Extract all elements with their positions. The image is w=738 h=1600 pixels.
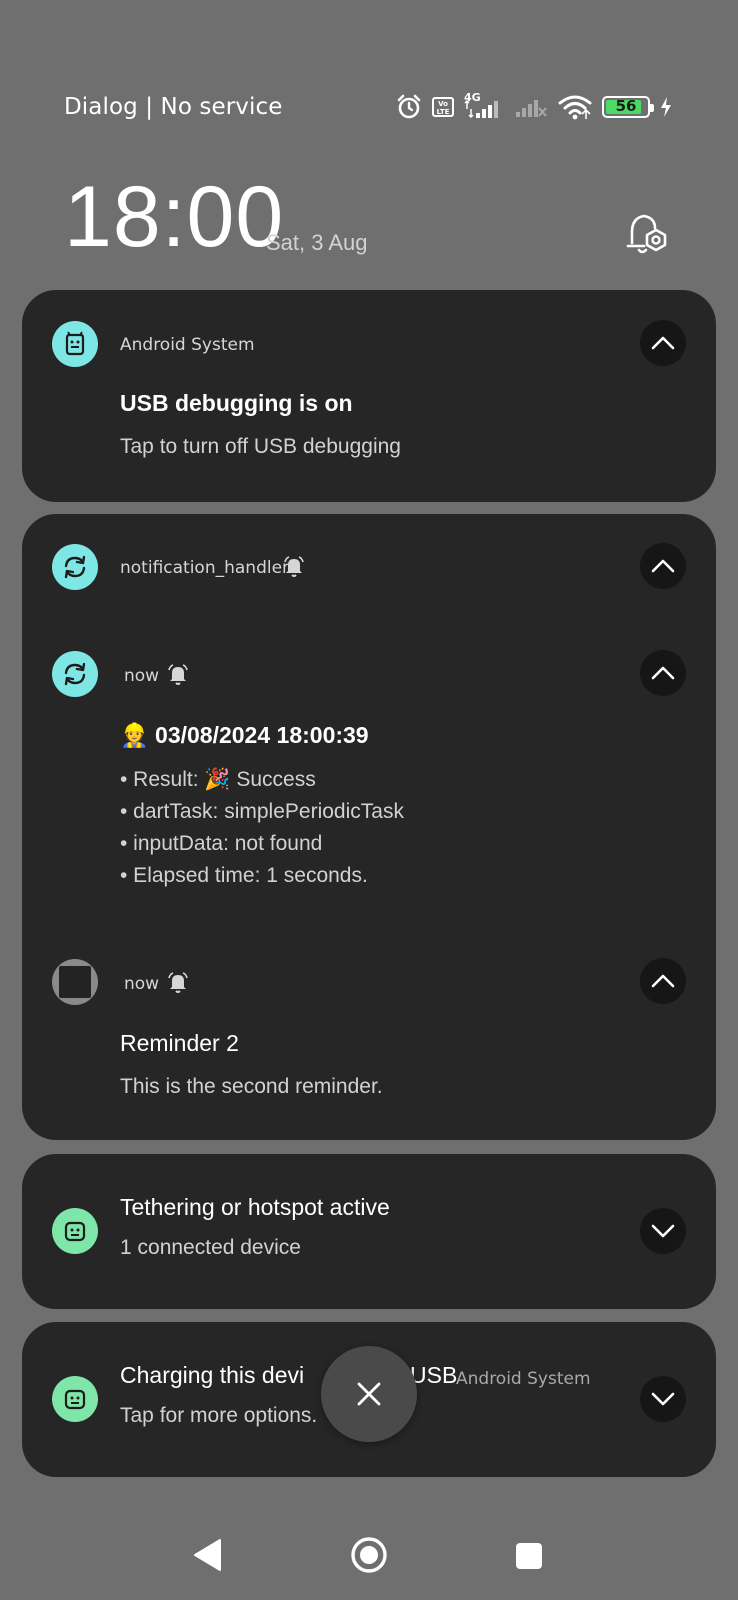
battery-level: 56 xyxy=(615,97,637,115)
chevron-up-icon xyxy=(651,666,675,680)
collapse-button[interactable] xyxy=(640,650,686,696)
notification-group-handler[interactable]: notification_handler now 👷 03/08/2024 18… xyxy=(22,514,716,1140)
back-icon[interactable] xyxy=(192,1538,222,1572)
notification-settings-button[interactable] xyxy=(622,210,674,262)
chevron-up-icon xyxy=(651,559,675,573)
alert-bell-icon xyxy=(168,972,188,993)
home-icon[interactable] xyxy=(350,1536,388,1574)
notification-settings-icon xyxy=(626,214,667,254)
chevron-down-icon xyxy=(651,1224,675,1238)
notification-line: • dartTask: simplePeriodicTask xyxy=(120,800,404,823)
carrier-label: Dialog | No service xyxy=(64,94,283,120)
expand-button[interactable] xyxy=(640,1208,686,1254)
notification-line: • Result: 🎉 Success xyxy=(120,768,316,791)
notification-title-tail: USB xyxy=(410,1362,458,1388)
alarm-icon xyxy=(397,94,421,119)
notification-tethering[interactable]: Tethering or hotspot active 1 connected … xyxy=(22,1154,716,1309)
app-name: Android System xyxy=(120,335,255,355)
signal-4g-icon: 4G xyxy=(464,91,504,119)
chevron-up-icon xyxy=(651,336,675,350)
placeholder-app-icon xyxy=(52,959,98,1005)
recents-icon[interactable] xyxy=(516,1543,542,1569)
chevron-down-icon xyxy=(651,1392,675,1406)
wifi-icon xyxy=(558,95,592,120)
notification-usb-debugging[interactable]: Android System USB debugging is on Tap t… xyxy=(22,290,716,502)
lockscreen-clock: 18:00 xyxy=(64,169,285,265)
signal-no-service-icon xyxy=(516,100,547,117)
sync-app-icon xyxy=(52,544,98,590)
notification-line: • Elapsed time: 1 seconds. xyxy=(120,864,368,887)
chevron-up-icon xyxy=(651,974,675,988)
status-bar: Dialog | No service Vo LTE 4G 56 xyxy=(0,84,738,134)
notification-body: Tap for more options. xyxy=(120,1404,318,1427)
volte-icon: Vo LTE xyxy=(432,97,454,117)
close-icon xyxy=(357,1382,381,1406)
collapse-button[interactable] xyxy=(640,320,686,366)
notification-title: Charging this devi xyxy=(120,1362,305,1388)
notification-time: now xyxy=(124,666,160,686)
notification-body: This is the second reminder. xyxy=(120,1075,383,1098)
notification-line: • inputData: not found xyxy=(120,832,323,855)
alert-bell-icon xyxy=(168,664,188,685)
android-robot-icon xyxy=(52,1376,98,1422)
group-app-name: notification_handler xyxy=(120,558,290,578)
notification-title: Reminder 2 xyxy=(120,1030,239,1056)
android-robot-icon xyxy=(52,1208,98,1254)
notification-time: now xyxy=(124,974,160,994)
sync-app-icon xyxy=(52,651,98,697)
charging-bolt-icon xyxy=(661,97,671,117)
notification-title: USB debugging is on xyxy=(120,390,353,416)
android-system-icon xyxy=(52,321,98,367)
clear-all-button[interactable] xyxy=(321,1346,417,1442)
expand-button[interactable] xyxy=(640,1376,686,1422)
alert-bell-icon xyxy=(284,556,304,577)
collapse-button[interactable] xyxy=(640,958,686,1004)
status-icons: Vo LTE 4G 56 xyxy=(396,91,672,120)
notification-body: Tap to turn off USB debugging xyxy=(120,435,401,458)
notification-body: 1 connected device xyxy=(120,1236,301,1259)
app-name: Android System xyxy=(456,1369,591,1389)
collapse-group-button[interactable] xyxy=(640,543,686,589)
notification-title: 👷 03/08/2024 18:00:39 xyxy=(120,722,369,748)
battery-icon: 56 xyxy=(602,96,654,118)
lockscreen-date: Sat, 3 Aug xyxy=(266,230,368,255)
notification-title: Tethering or hotspot active xyxy=(120,1194,390,1220)
